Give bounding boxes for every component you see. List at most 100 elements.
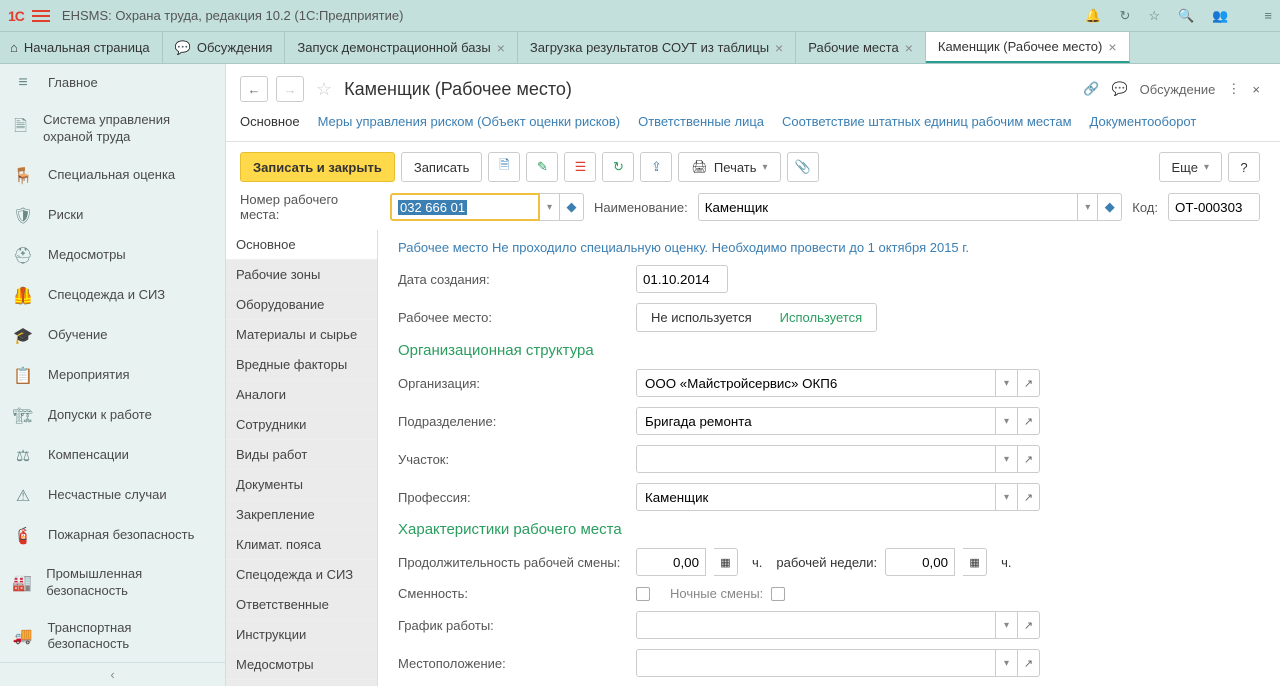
week-input[interactable] <box>885 548 955 576</box>
tab-demo[interactable]: Запуск демонстрационной базы× <box>285 32 517 63</box>
ltab-climate[interactable]: Климат. пояса <box>226 530 377 560</box>
ltab-assign[interactable]: Закрепление <box>226 500 377 530</box>
subnav-responsible[interactable]: Ответственные лица <box>638 110 764 137</box>
name-dropdown[interactable]: ▾ <box>1078 193 1098 221</box>
ltab-main[interactable]: Основное <box>226 230 377 260</box>
discuss-icon[interactable]: 💬 <box>1111 81 1127 97</box>
shift-calc[interactable]: ▦ <box>714 548 738 576</box>
location-dd[interactable]: ▾ <box>996 649 1018 677</box>
sidebar-permits[interactable]: 🏗Допуски к работе <box>0 396 225 436</box>
back-button[interactable]: ← <box>240 76 268 102</box>
sidebar-fire[interactable]: 🧯Пожарная безопасность <box>0 516 225 556</box>
schedule-input[interactable] <box>636 611 996 639</box>
toggle-not-used[interactable]: Не используется <box>637 304 766 331</box>
menu-icon[interactable]: ≡ <box>1264 8 1272 23</box>
tab-sout[interactable]: Загрузка результатов СОУТ из таблицы× <box>518 32 796 63</box>
sidebar-safety-mgmt[interactable]: 🗎Система управления охраной труда <box>0 102 225 156</box>
forward-button[interactable]: → <box>276 76 304 102</box>
ltab-hazards[interactable]: Вредные факторы <box>226 350 377 380</box>
area-input[interactable] <box>636 445 996 473</box>
num-apply[interactable]: ◆ <box>560 193 584 221</box>
close-icon[interactable]: × <box>905 40 913 56</box>
tab-discuss[interactable]: 💬 Обсуждения <box>163 32 286 63</box>
tab-mason[interactable]: Каменщик (Рабочее место)× <box>926 32 1130 63</box>
favorite-star-icon[interactable]: ☆ <box>316 79 332 100</box>
subnav-risk[interactable]: Меры управления риском (Объект оценки ри… <box>318 110 621 137</box>
list-button[interactable]: ☰ <box>564 152 596 182</box>
kebab-icon[interactable]: ⋮ <box>1227 81 1240 97</box>
sidebar-special-assessment[interactable]: 🪑Специальная оценка <box>0 156 225 196</box>
more-button[interactable]: Еще▾ <box>1159 152 1222 182</box>
ltab-responsible[interactable]: Ответственные <box>226 590 377 620</box>
ltab-employees[interactable]: Сотрудники <box>226 410 377 440</box>
tab-workplaces[interactable]: Рабочие места× <box>796 32 926 63</box>
ltab-dangers[interactable]: Опасности <box>226 680 377 686</box>
search-icon[interactable]: 🔍 <box>1178 8 1194 24</box>
bell-icon[interactable]: 🔔 <box>1085 8 1101 24</box>
org-input[interactable] <box>636 369 996 397</box>
burger-icon[interactable] <box>32 7 50 25</box>
ltab-equip[interactable]: Оборудование <box>226 290 377 320</box>
attach-button[interactable]: 📎 <box>787 152 819 182</box>
shifts-checkbox[interactable] <box>636 587 650 601</box>
sidebar-collapse[interactable]: ‹ <box>0 662 225 686</box>
print-button[interactable]: 🖨Печать▾ <box>678 152 780 182</box>
location-input[interactable] <box>636 649 996 677</box>
history-icon[interactable]: ↻ <box>1119 8 1130 24</box>
num-dropdown[interactable]: ▾ <box>540 193 560 221</box>
subnav-main[interactable]: Основное <box>240 110 300 137</box>
prof-open[interactable]: ↗ <box>1018 483 1040 511</box>
close-icon[interactable]: × <box>497 40 505 56</box>
sidebar-transport[interactable]: 🚚Транспортная безопасность <box>0 610 225 664</box>
workplace-number-input[interactable]: 032 666 01 <box>390 193 540 221</box>
schedule-dd[interactable]: ▾ <box>996 611 1018 639</box>
refresh-button[interactable]: ↻ <box>602 152 634 182</box>
schedule-open[interactable]: ↗ <box>1018 611 1040 639</box>
users-icon[interactable]: 👥 <box>1212 8 1228 24</box>
area-open[interactable]: ↗ <box>1018 445 1040 473</box>
week-calc[interactable]: ▦ <box>963 548 987 576</box>
area-dd[interactable]: ▾ <box>996 445 1018 473</box>
subnav-staff[interactable]: Соответствие штатных единиц рабочим мест… <box>782 110 1072 137</box>
name-input[interactable] <box>698 193 1079 221</box>
workplace-toggle[interactable]: Не используется Используется <box>636 303 877 332</box>
save-close-button[interactable]: Записать и закрыть <box>240 152 395 182</box>
ltab-analogs[interactable]: Аналоги <box>226 380 377 410</box>
shift-dur-input[interactable] <box>636 548 706 576</box>
dept-input[interactable] <box>636 407 996 435</box>
toggle-used[interactable]: Используется <box>766 304 877 331</box>
ltab-docs[interactable]: Документы <box>226 470 377 500</box>
code-input[interactable] <box>1168 193 1260 221</box>
save-button[interactable]: Записать <box>401 152 483 182</box>
prof-dd[interactable]: ▾ <box>996 483 1018 511</box>
sidebar-main[interactable]: ≡Главное <box>0 64 225 102</box>
sidebar-industrial[interactable]: 🏭Промышленная безопасность <box>0 556 225 610</box>
edit-button[interactable]: ✎ <box>526 152 558 182</box>
name-apply[interactable]: ◆ <box>1098 193 1122 221</box>
org-open[interactable]: ↗ <box>1018 369 1040 397</box>
org-dd[interactable]: ▾ <box>996 369 1018 397</box>
doc-button[interactable]: 🗎 <box>488 152 520 182</box>
ltab-instructions[interactable]: Инструкции <box>226 620 377 650</box>
date-input[interactable] <box>636 265 728 293</box>
sidebar-accidents[interactable]: ⚠Несчастные случаи <box>0 476 225 516</box>
close-icon[interactable]: × <box>775 40 783 56</box>
close-icon[interactable]: × <box>1108 39 1116 55</box>
sidebar-risks[interactable]: 🛡Риски <box>0 196 225 236</box>
sidebar-events[interactable]: 📋Мероприятия <box>0 356 225 396</box>
sidebar-training[interactable]: 🎓Обучение <box>0 316 225 356</box>
sidebar-compensation[interactable]: ⚖Компенсации <box>0 436 225 476</box>
ltab-med[interactable]: Медосмотры <box>226 650 377 680</box>
star-icon[interactable]: ☆ <box>1148 8 1160 24</box>
subnav-docflow[interactable]: Документооборот <box>1090 110 1197 137</box>
dept-dd[interactable]: ▾ <box>996 407 1018 435</box>
help-button[interactable]: ? <box>1228 152 1260 182</box>
ltab-zones[interactable]: Рабочие зоны <box>226 260 377 290</box>
location-open[interactable]: ↗ <box>1018 649 1040 677</box>
discuss-label[interactable]: Обсуждение <box>1140 82 1216 97</box>
dept-open[interactable]: ↗ <box>1018 407 1040 435</box>
export-button[interactable]: ⇪ <box>640 152 672 182</box>
ltab-materials[interactable]: Материалы и сырье <box>226 320 377 350</box>
close-page-icon[interactable]: × <box>1252 82 1260 97</box>
sidebar-ppe[interactable]: 🦺Спецодежда и СИЗ <box>0 276 225 316</box>
